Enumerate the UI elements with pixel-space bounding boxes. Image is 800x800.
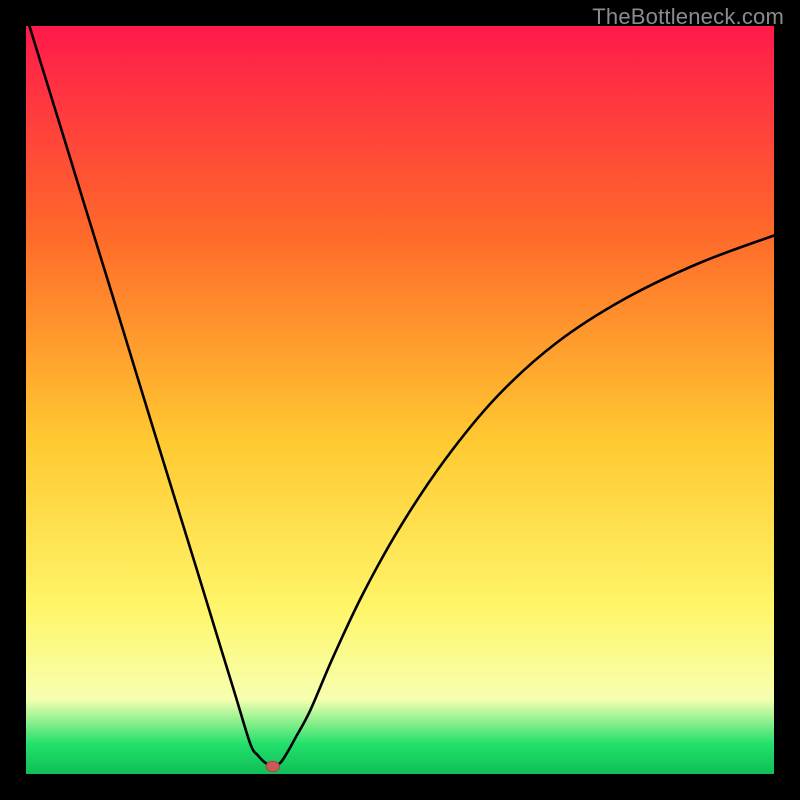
optimal-point-marker — [266, 761, 279, 771]
watermark-text: TheBottleneck.com — [592, 4, 784, 30]
gradient-background — [26, 26, 774, 774]
bottleneck-chart — [26, 26, 774, 774]
chart-frame — [26, 26, 774, 774]
